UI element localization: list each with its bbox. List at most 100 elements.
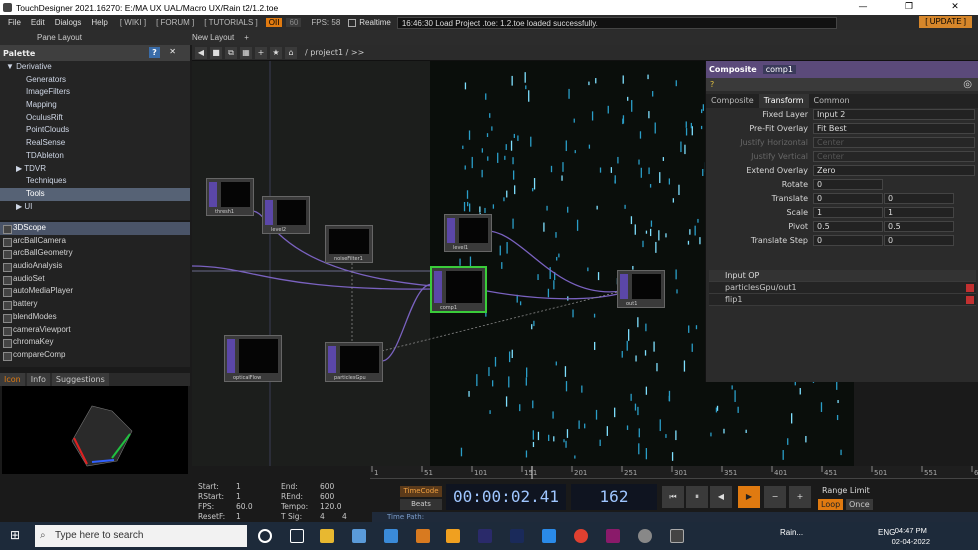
loop-button[interactable]: Loop (818, 499, 844, 510)
frame-display[interactable]: 162 (571, 484, 657, 510)
tstep-y-field[interactable]: 0 (884, 235, 954, 246)
end-value[interactable]: 600 (320, 482, 334, 491)
node-particlesgpu[interactable]: particlesGpu (325, 342, 383, 382)
weather-label[interactable]: Rain... (780, 528, 803, 537)
node-comp1[interactable]: comp1 (430, 266, 487, 313)
tab-info[interactable]: Info (26, 373, 50, 386)
node-opticalflow[interactable]: opticalFlow (224, 335, 282, 382)
palette-item[interactable]: PointClouds (0, 124, 190, 137)
list-item[interactable]: arcBallCamera (0, 235, 190, 248)
windows-start-icon[interactable]: ⊞ (10, 528, 20, 542)
menu-dialogs[interactable]: Dialogs (55, 18, 82, 27)
fps-target[interactable]: 60 (286, 18, 302, 27)
tab-icon[interactable]: Icon (0, 373, 25, 386)
pivot-x-field[interactable]: 0.5 (813, 221, 883, 232)
chrome-icon[interactable] (574, 529, 588, 543)
list-item[interactable]: arcBallGeometry (0, 247, 190, 260)
start-value[interactable]: 1 (236, 482, 241, 491)
file-explorer-icon[interactable] (320, 529, 334, 543)
fusion-icon[interactable] (416, 529, 430, 543)
extend-dropdown[interactable]: Zero (813, 165, 975, 176)
palette-group-derivative[interactable]: ▼ Derivative (0, 61, 190, 74)
list-item[interactable]: blendModes (0, 311, 190, 324)
store-icon[interactable] (352, 529, 366, 543)
node-level2[interactable]: level2 (262, 196, 310, 234)
figma-icon[interactable] (446, 529, 460, 543)
layout-icon[interactable]: ⧉ (225, 46, 237, 59)
back-icon[interactable]: ◀ (195, 46, 207, 59)
tab-transform[interactable]: Transform (758, 94, 809, 108)
scale-y-field[interactable]: 1 (884, 207, 954, 218)
step-back-icon[interactable]: ◀ (710, 486, 732, 508)
remove-icon[interactable] (966, 284, 974, 292)
add-layout-button[interactable]: + (239, 33, 254, 42)
time-display[interactable]: 00:00:02.41 (446, 484, 566, 510)
xd-icon[interactable] (606, 529, 620, 543)
tab-suggestions[interactable]: Suggestions (51, 373, 109, 386)
list-item[interactable]: battery (0, 298, 190, 311)
photoshop-icon[interactable] (510, 529, 524, 543)
wiki-link[interactable]: [ WIKI ] (120, 18, 146, 27)
translate-y-field[interactable]: 0 (884, 193, 954, 204)
rotate-field[interactable]: 0 (813, 179, 883, 190)
timecode-button[interactable]: TimeCode (400, 486, 442, 497)
maximize-button[interactable]: ❐ (886, 0, 932, 15)
fps-value[interactable]: 60.0 (236, 502, 253, 511)
home-icon[interactable]: ⌂ (285, 46, 297, 59)
translate-x-field[interactable]: 0 (813, 193, 883, 204)
new-layout-button[interactable]: New Layout (187, 33, 239, 42)
list-item[interactable]: chromaKey (0, 336, 190, 349)
list-item[interactable]: autoMediaPlayer (0, 285, 190, 298)
remove-icon[interactable] (966, 296, 974, 304)
table-row[interactable]: flip1 (709, 294, 976, 306)
palette-group-ui[interactable]: ▶ UI (0, 201, 190, 214)
fixed-layer-dropdown[interactable]: Input 2 (813, 109, 975, 120)
oii-button[interactable]: OII (265, 18, 283, 27)
realtime-checkbox[interactable] (348, 18, 357, 27)
square-icon[interactable]: ■ (210, 46, 222, 59)
menu-file[interactable]: File (8, 18, 21, 27)
close-icon[interactable]: ✕ (169, 47, 176, 56)
node-thresh1[interactable]: thresh1 (206, 178, 254, 216)
list-item[interactable]: cameraViewport (0, 324, 190, 337)
palette-item[interactable]: TDAbleton (0, 150, 190, 163)
settings-icon[interactable]: ◎ (963, 79, 972, 90)
tab-composite[interactable]: Composite (706, 94, 759, 108)
resetf-value[interactable]: 1 (236, 512, 241, 521)
beats-button[interactable]: Beats (400, 499, 442, 510)
palette-item[interactable]: ImageFilters (0, 86, 190, 99)
tsig-b[interactable]: 4 (342, 512, 347, 521)
rend-value[interactable]: 600 (320, 492, 334, 501)
palette-item[interactable]: Mapping (0, 99, 190, 112)
add-icon[interactable]: + (255, 46, 267, 59)
scale-x-field[interactable]: 1 (813, 207, 883, 218)
minus-icon[interactable]: − (764, 486, 786, 508)
prefit-dropdown[interactable]: Fit Best (813, 123, 975, 134)
play-icon[interactable]: ▶ (738, 486, 760, 508)
palette-item[interactable]: Generators (0, 74, 190, 87)
once-button[interactable]: Once (846, 499, 873, 510)
time-path[interactable]: Time Path: (372, 512, 978, 522)
tsig-a[interactable]: 4 (320, 512, 325, 521)
plus-icon[interactable]: + (789, 486, 811, 508)
mail-icon[interactable] (384, 529, 398, 543)
minimize-button[interactable]: — (840, 0, 886, 15)
list-item[interactable]: compareComp (0, 349, 190, 362)
palette-group-tdvr[interactable]: ▶ TDVR (0, 163, 190, 176)
op-name-field[interactable]: comp1 (762, 65, 796, 74)
after-effects-icon[interactable] (478, 529, 492, 543)
palette-item[interactable]: RealSense (0, 137, 190, 150)
palette-item[interactable]: OculusRift (0, 112, 190, 125)
touchdesigner-icon[interactable] (670, 529, 684, 543)
table-row[interactable]: particlesGpu/out1 (709, 282, 976, 294)
palette-item-tools[interactable]: Tools (0, 187, 190, 201)
update-button[interactable]: [ UPDATE ] (919, 16, 972, 28)
pane-layout-button[interactable]: Pane Layout (32, 33, 87, 42)
forum-link[interactable]: [ FORUM ] (156, 18, 194, 27)
rstart-value[interactable]: 1 (236, 492, 241, 501)
vscode-icon[interactable] (542, 529, 556, 543)
node-level1[interactable]: level1 (444, 214, 492, 252)
help-icon[interactable]: ? (149, 47, 160, 58)
tstep-x-field[interactable]: 0 (813, 235, 883, 246)
node-noisefilter1[interactable]: noiseFilter1 (325, 225, 373, 263)
